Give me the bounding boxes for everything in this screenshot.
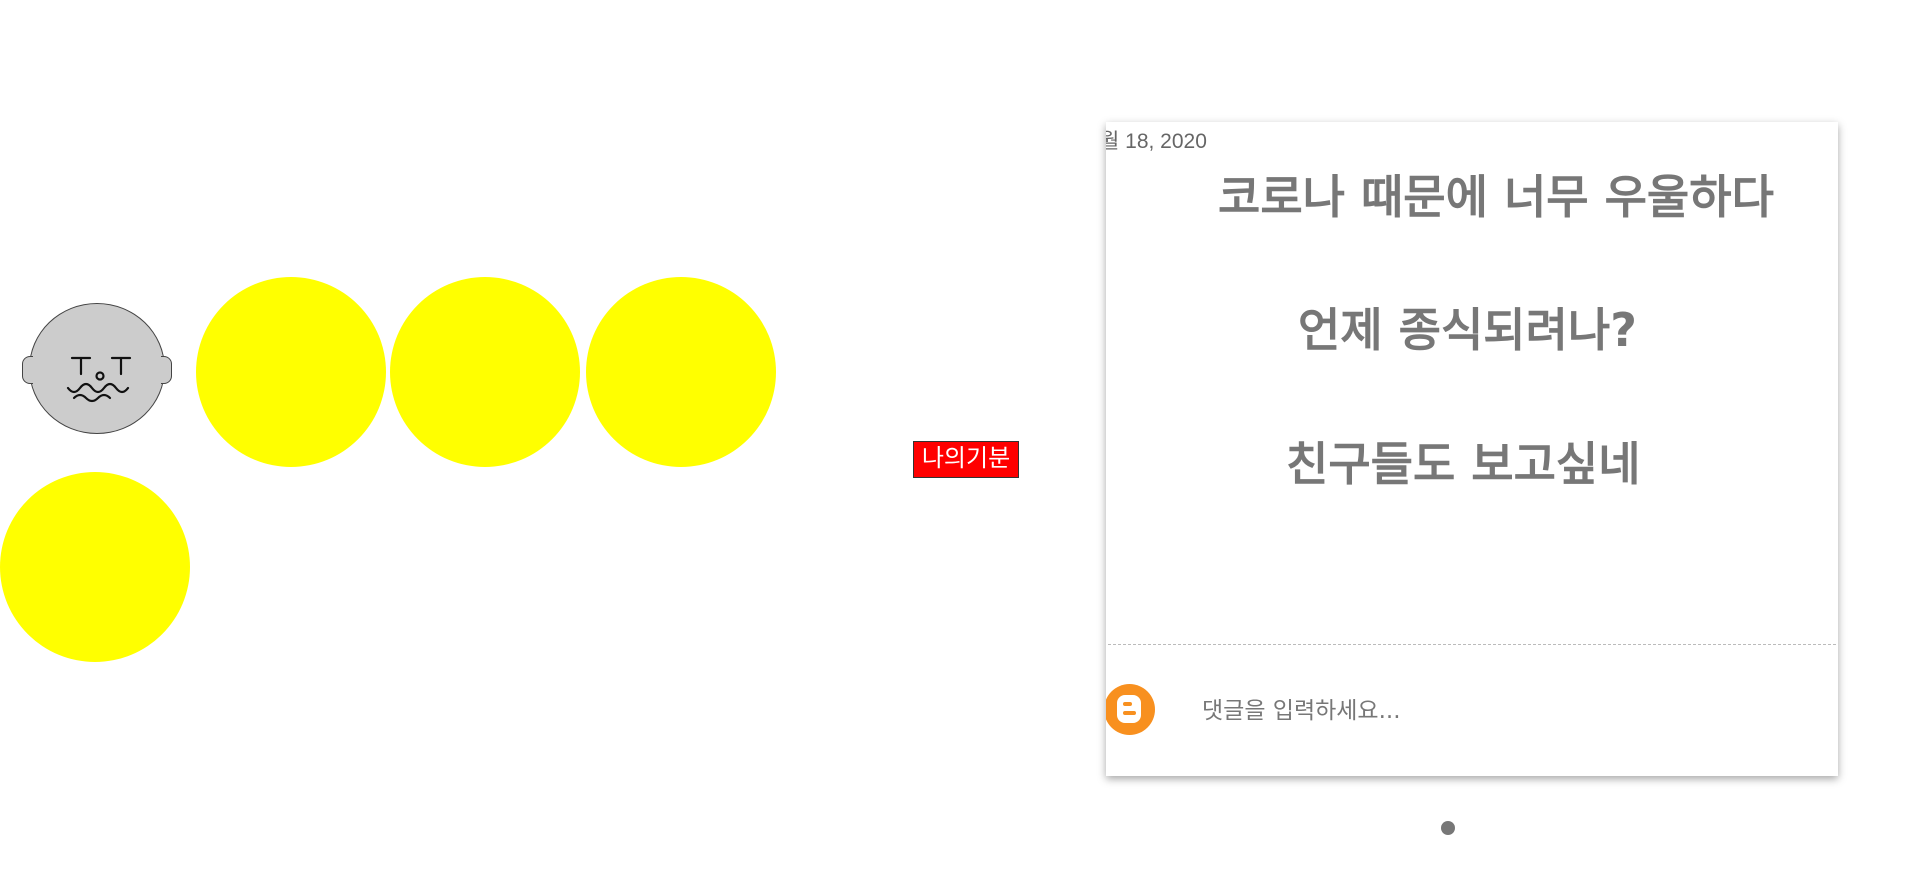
post-line-3: 친구들도 보고싶네	[1286, 437, 1641, 491]
mood-circle	[586, 277, 776, 467]
page-indicator-dot[interactable]	[1441, 821, 1455, 835]
post-card: 월 18, 2020 코로나 때문에 너무 우울하다 언제 종식되려나? 친구들…	[1106, 122, 1838, 776]
mood-circle	[196, 277, 386, 467]
comment-divider	[1108, 644, 1836, 645]
blogger-icon	[1106, 684, 1155, 735]
comment-input[interactable]	[1200, 688, 1764, 734]
mood-label: 나의기분	[913, 441, 1019, 478]
mood-circle	[0, 472, 190, 662]
post-date: 월 18, 2020	[1106, 130, 1207, 153]
post-line-2: 언제 종식되려나?	[1298, 303, 1637, 357]
post-line-1: 코로나 때문에 너무 우울하다	[1218, 170, 1774, 224]
sad-face-icon	[66, 356, 132, 403]
sad-face	[22, 303, 172, 434]
mood-circle	[390, 277, 580, 467]
